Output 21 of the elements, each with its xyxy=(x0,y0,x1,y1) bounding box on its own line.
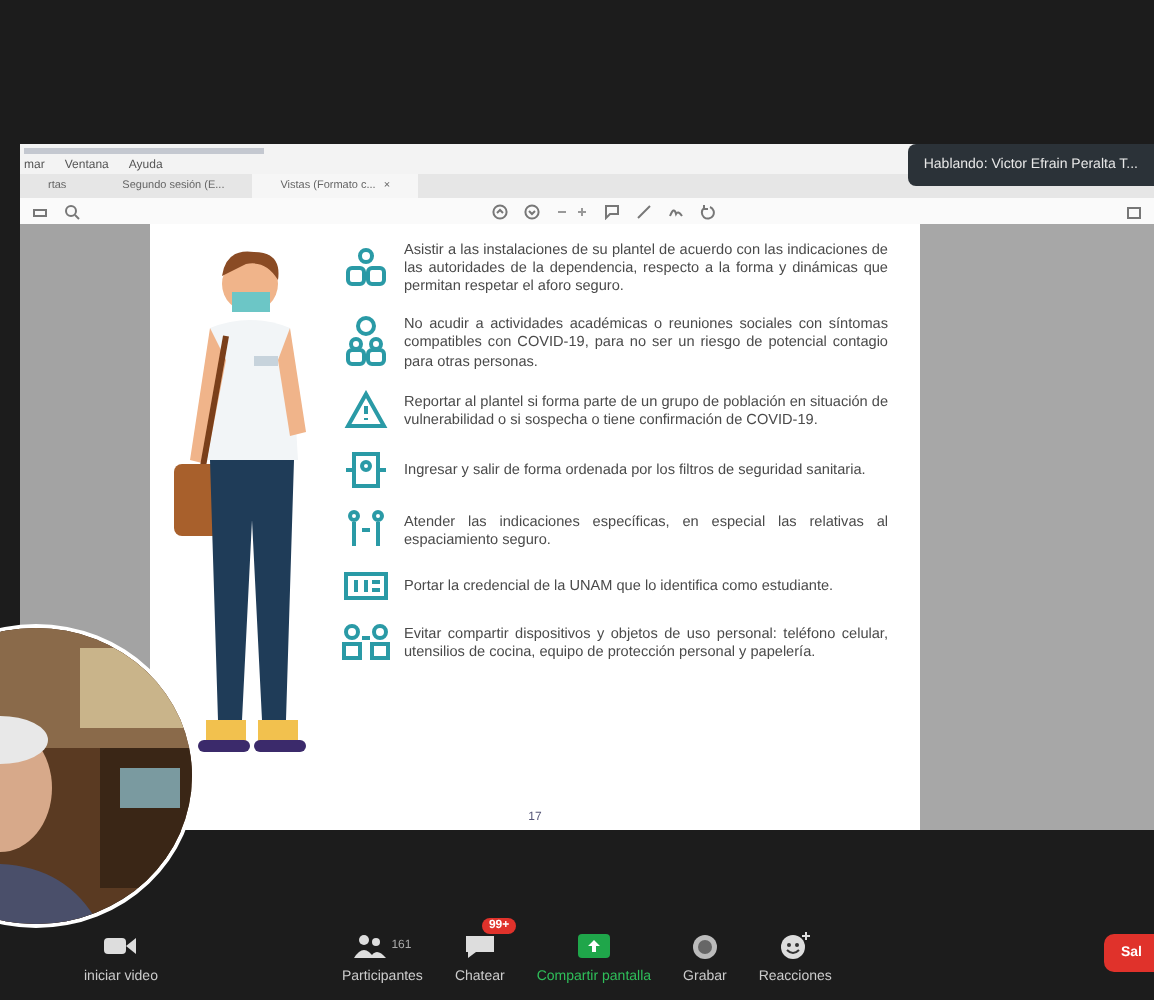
smiley-icon xyxy=(780,932,811,960)
share-screen-icon xyxy=(577,934,610,958)
distance-icon xyxy=(344,509,388,550)
devices-icon xyxy=(342,621,390,662)
group-icon xyxy=(344,315,388,368)
id-card-icon xyxy=(344,569,388,602)
signature-icon[interactable] xyxy=(667,203,683,220)
camera-icon xyxy=(102,934,139,958)
people-icon xyxy=(353,934,386,958)
down-icon[interactable] xyxy=(523,203,539,220)
up-icon[interactable] xyxy=(491,203,507,220)
rotate-icon[interactable] xyxy=(699,203,715,220)
door-icon xyxy=(344,449,388,490)
chat-icon xyxy=(463,933,496,959)
people-icon xyxy=(344,245,388,290)
pen-icon[interactable] xyxy=(635,203,651,220)
record-icon xyxy=(691,933,718,959)
warning-icon xyxy=(344,389,388,430)
comment-icon[interactable] xyxy=(603,203,619,220)
zoom-control-icon[interactable] xyxy=(555,203,587,220)
search-icon[interactable] xyxy=(64,203,80,220)
